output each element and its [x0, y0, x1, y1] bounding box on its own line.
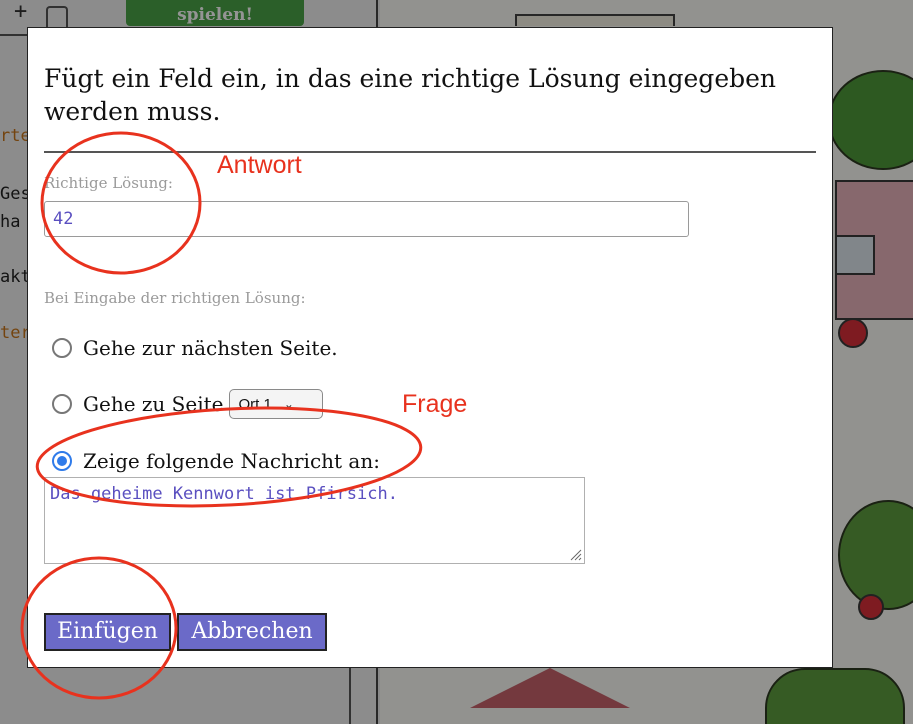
annotation-label-question: Frage [402, 390, 468, 418]
annotation-label-answer: Antwort [217, 151, 302, 179]
answer-label: Richtige Lösung: [44, 174, 173, 192]
resize-grip-icon[interactable] [568, 547, 582, 561]
message-text: Das geheime Kennwort ist Pfirsich. [50, 484, 398, 504]
title-divider [44, 151, 816, 153]
radio-button[interactable] [52, 338, 72, 358]
option-label: Zeige folgende Nachricht an: [83, 449, 380, 473]
option-show-message[interactable]: Zeige folgende Nachricht an: [52, 449, 380, 473]
page-select-value: Ort 1 [238, 395, 272, 413]
cancel-button[interactable]: Abbrechen [177, 613, 327, 651]
page-select[interactable]: Ort 1 ⌄ [229, 389, 324, 419]
option-next-page[interactable]: Gehe zur nächsten Seite. [52, 336, 338, 360]
radio-button-selected[interactable] [52, 451, 72, 471]
option-go-to-page[interactable]: Gehe zu Seite Ort 1 ⌄ [52, 389, 324, 419]
option-label: Gehe zu Seite [83, 392, 224, 416]
radio-button[interactable] [52, 394, 72, 414]
chevron-down-icon: ⌄ [283, 397, 294, 411]
insert-answer-field-dialog: Fügt ein Feld ein, in das eine richtige … [27, 27, 833, 668]
insert-button[interactable]: Einfügen [44, 613, 171, 651]
answer-input[interactable] [44, 201, 689, 237]
option-label: Gehe zur nächsten Seite. [83, 336, 338, 360]
dialog-title: Fügt ein Feld ein, in das eine richtige … [44, 64, 777, 126]
action-label: Bei Eingabe der richtigen Lösung: [44, 289, 306, 307]
message-textarea[interactable]: Das geheime Kennwort ist Pfirsich. [44, 477, 585, 564]
